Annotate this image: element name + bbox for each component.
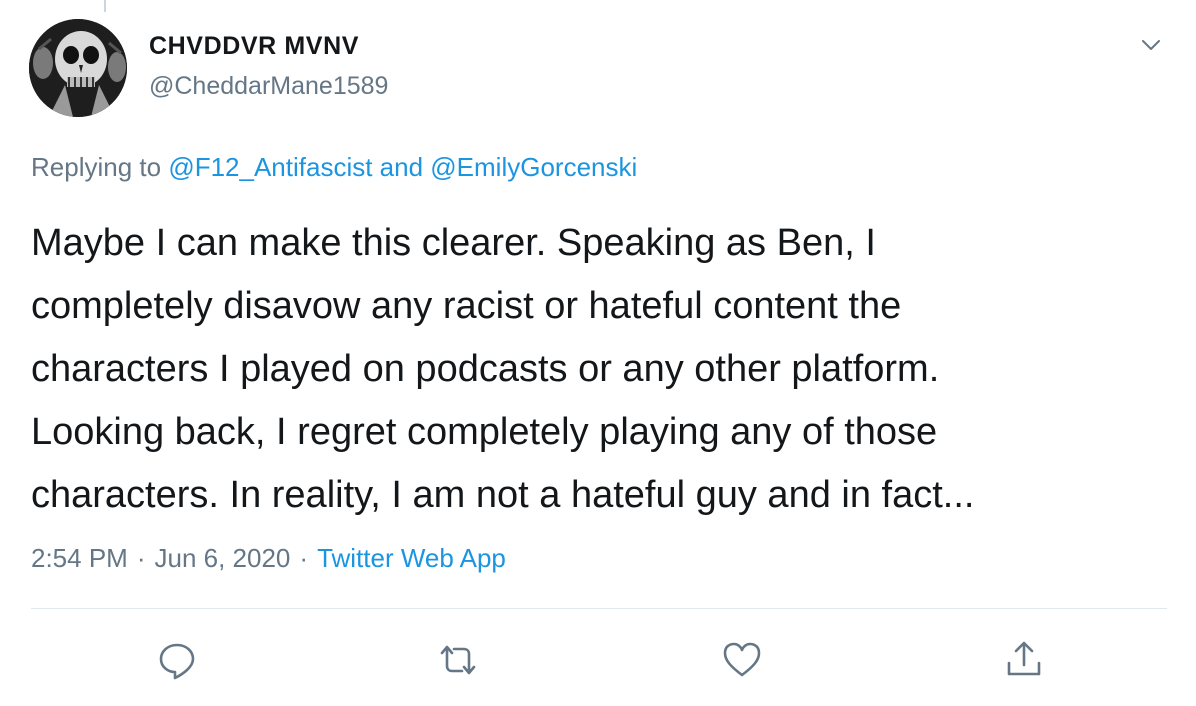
tweet-line: Maybe I can make this clearer. Speaking … (31, 222, 876, 264)
divider (31, 608, 1167, 609)
user-handle[interactable]: @CheddarMane1589 (149, 72, 388, 101)
heart-icon (723, 642, 761, 677)
thread-connector-line (104, 0, 106, 12)
tweet-date[interactable]: Jun 6, 2020 (155, 543, 291, 573)
tweet-source-link[interactable]: Twitter Web App (317, 543, 506, 573)
meta-separator: · (136, 543, 146, 573)
tweet-body: Maybe I can make this clearer. Speaking … (31, 212, 1171, 527)
replying-joiner[interactable]: and (372, 152, 430, 182)
tweet-line: completely disavow any racist or hateful… (31, 285, 902, 327)
more-options-chevron-down-icon[interactable] (1136, 30, 1166, 60)
mention-link-emily-gorcenski[interactable]: @EmilyGorcenski (430, 152, 637, 182)
replying-prefix: Replying to (31, 152, 169, 182)
avatar[interactable] (29, 19, 127, 117)
retweet-icon (440, 645, 476, 675)
reply-button[interactable] (155, 638, 199, 682)
display-name[interactable]: CHVDDVR MVNV (149, 32, 359, 61)
replying-to-line: Replying to @F12_Antifascist and @EmilyG… (31, 152, 637, 183)
tweet-line: characters I played on podcasts or any o… (31, 348, 940, 390)
speech-bubble-icon (159, 643, 195, 680)
share-button[interactable] (1002, 638, 1046, 682)
like-button[interactable] (720, 638, 764, 682)
retweet-button[interactable] (436, 638, 480, 682)
share-icon (1007, 641, 1041, 676)
skull-avatar-icon (29, 19, 127, 117)
mention-link-f12-antifascist[interactable]: @F12_Antifascist (168, 152, 372, 182)
tweet-line: characters. In reality, I am not a hatef… (31, 474, 975, 516)
tweet-line: Looking back, I regret completely playin… (31, 411, 938, 453)
meta-separator: · (299, 543, 309, 573)
tweet-time[interactable]: 2:54 PM (31, 543, 128, 573)
tweet-meta: 2:54 PM · Jun 6, 2020 · Twitter Web App (31, 543, 506, 574)
